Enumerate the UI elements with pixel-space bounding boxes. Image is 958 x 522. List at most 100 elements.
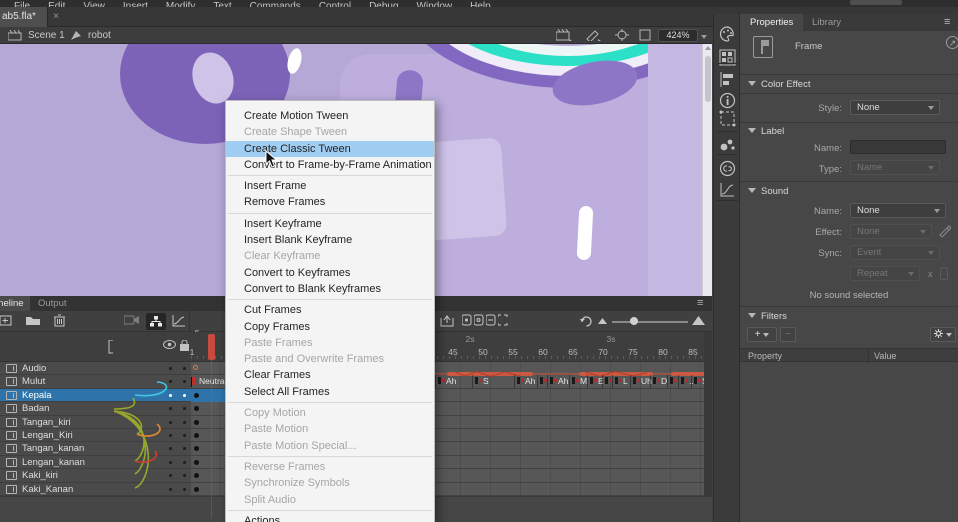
cc-libraries-icon[interactable]	[719, 160, 736, 177]
context-menu-item[interactable]: Actions	[226, 513, 434, 522]
lock-icon[interactable]	[180, 340, 189, 351]
context-menu-item[interactable]: Create Motion Tween	[226, 108, 434, 124]
timeline-scrollbar[interactable]	[704, 332, 712, 496]
layer-row[interactable]: Tangan_kanan	[0, 442, 191, 455]
layer-lock-dot[interactable]	[183, 394, 186, 397]
transform-icon[interactable]	[719, 110, 736, 127]
context-menu-item[interactable]: Convert to Blank Keyframes	[226, 281, 434, 297]
layer-lock-dot[interactable]	[183, 421, 186, 424]
timeline-zoom-slider-track[interactable]	[612, 321, 688, 323]
stage-vertical-scrollbar[interactable]	[702, 44, 712, 296]
layer-visibility-dot[interactable]	[169, 407, 172, 410]
label-type-dropdown[interactable]: Name	[850, 160, 940, 175]
panel-menu-icon[interactable]: ≡	[944, 16, 950, 28]
context-menu-item[interactable]: Create Classic Tween	[226, 141, 434, 157]
filter-options-button[interactable]	[930, 327, 956, 342]
layer-lock-dot[interactable]	[183, 488, 186, 491]
layer-row[interactable]: Badan	[0, 402, 191, 415]
color-palette-icon[interactable]	[719, 26, 736, 43]
context-menu-item[interactable]: Insert Frame	[226, 178, 434, 194]
layer-visibility-dot[interactable]	[169, 434, 172, 437]
layer-row[interactable]: Tangan_kiri	[0, 416, 191, 429]
remove-filter-button[interactable]: −	[780, 327, 796, 342]
layer-lock-dot[interactable]	[183, 447, 186, 450]
sound-sync-dropdown[interactable]: Event	[850, 245, 940, 260]
info-icon[interactable]	[719, 92, 736, 109]
add-filter-button[interactable]: +	[747, 327, 777, 342]
close-icon[interactable]: ×	[47, 7, 65, 27]
layer-visibility-dot[interactable]	[169, 474, 172, 477]
graph-editor-icon[interactable]	[172, 314, 186, 327]
edit-scene-icon[interactable]	[556, 29, 572, 41]
tab-timeline[interactable]: Timeline	[0, 296, 30, 311]
edit-multiple-frames-icon[interactable]	[440, 314, 455, 327]
help-link-icon[interactable]: ↗	[946, 36, 958, 49]
layer-row[interactable]: Kaki_kiri	[0, 469, 191, 482]
onion-skin-outlines-icon[interactable]	[474, 314, 484, 326]
layer-visibility-dot[interactable]	[169, 367, 172, 370]
symbol-name[interactable]: robot	[88, 30, 111, 41]
document-tab[interactable]: ab5.fla* ×	[0, 7, 48, 27]
edit-sound-pencil-icon[interactable]	[938, 224, 951, 237]
new-folder-icon[interactable]	[26, 314, 41, 327]
context-menu-item[interactable]: Clear Frames	[226, 367, 434, 383]
context-menu-item[interactable]: Copy Frames	[226, 319, 434, 335]
context-menu-item[interactable]: Insert Keyframe	[226, 216, 434, 232]
context-menu-item[interactable]: Select All Frames	[226, 384, 434, 400]
edit-symbols-icon[interactable]	[585, 29, 601, 41]
layer-lock-dot[interactable]	[183, 474, 186, 477]
zoom-out-timeline-icon[interactable]	[598, 318, 607, 324]
delete-layer-icon[interactable]	[54, 314, 65, 327]
layer-row[interactable]: Audio	[0, 362, 191, 375]
sound-name-dropdown[interactable]: None	[850, 203, 946, 218]
context-menu-item[interactable]: Insert Blank Keyframe	[226, 232, 434, 248]
layer-row[interactable]: Kepala	[0, 389, 191, 402]
layer-row[interactable]: Mulut	[0, 375, 191, 388]
layer-lock-dot[interactable]	[183, 434, 186, 437]
motion-editor-icon[interactable]	[719, 181, 736, 198]
layer-row[interactable]: Lengan_Kiri	[0, 429, 191, 442]
loop-icon[interactable]	[580, 315, 593, 327]
label-name-input[interactable]	[850, 140, 946, 154]
zoom-level-input[interactable]: 424%	[658, 29, 698, 42]
brush-library-icon[interactable]	[719, 136, 736, 153]
tab-library[interactable]: Library	[802, 14, 851, 31]
center-frame-icon[interactable]	[615, 29, 629, 42]
layer-visibility-dot[interactable]	[169, 380, 172, 383]
layer-row[interactable]: Lengan_kanan	[0, 456, 191, 469]
scene-name[interactable]: Scene 1	[28, 30, 65, 41]
zoom-dropdown-chevron[interactable]	[701, 35, 707, 39]
onion-skin-icon[interactable]	[462, 314, 472, 326]
eye-icon[interactable]	[163, 340, 176, 349]
new-layer-icon[interactable]	[0, 314, 13, 327]
onion-range-icon[interactable]	[486, 314, 496, 326]
layer-visibility-dot[interactable]	[169, 421, 172, 424]
context-menu-item[interactable]: Cut Frames	[226, 302, 434, 318]
camera-icon[interactable]	[124, 314, 140, 326]
section-color-effect[interactable]: Color Effect	[748, 79, 810, 90]
context-menu-item[interactable]: Convert to Frame-by-Frame Animation›	[226, 157, 434, 173]
section-filters[interactable]: Filters	[748, 311, 787, 322]
zoom-in-timeline-icon[interactable]	[692, 316, 705, 325]
layer-lock-dot[interactable]	[183, 367, 186, 370]
onion-anchor-icon[interactable]	[498, 314, 508, 326]
workspace-switcher[interactable]	[850, 0, 902, 5]
layer-lock-dot[interactable]	[183, 407, 186, 410]
section-sound[interactable]: Sound	[748, 186, 788, 197]
tab-output[interactable]: Output	[30, 296, 75, 311]
timeline-zoom-slider-knob[interactable]	[630, 317, 638, 325]
context-menu-item[interactable]: Convert to Keyframes	[226, 265, 434, 281]
clip-content-icon[interactable]	[639, 29, 651, 41]
layer-visibility-dot[interactable]	[169, 394, 172, 397]
context-menu-item[interactable]: Remove Frames	[226, 194, 434, 210]
layer-visibility-dot[interactable]	[169, 447, 172, 450]
layer-row[interactable]: Kaki_Kanan	[0, 483, 191, 496]
style-dropdown[interactable]: None	[850, 100, 940, 115]
layer-visibility-dot[interactable]	[169, 488, 172, 491]
section-label[interactable]: Label	[748, 126, 784, 137]
timeline-panel-menu-icon[interactable]: ≡	[697, 297, 703, 309]
tab-properties[interactable]: Properties	[740, 14, 803, 31]
align-icon[interactable]	[719, 71, 736, 88]
sound-repeat-dropdown[interactable]: Repeat	[850, 266, 920, 281]
layer-lock-dot[interactable]	[183, 461, 186, 464]
